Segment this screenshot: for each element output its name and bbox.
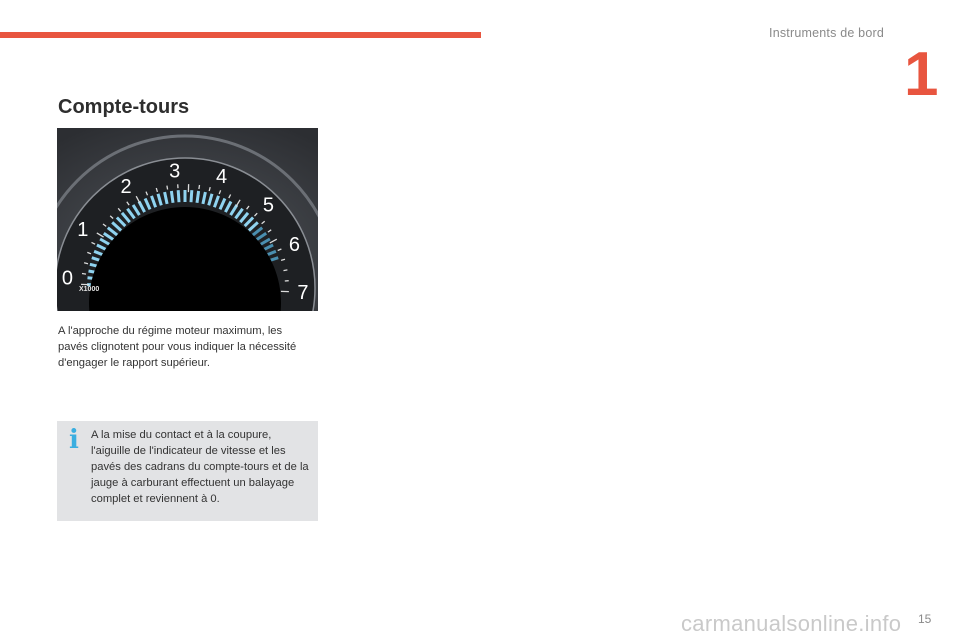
gauge-tick-label: 3	[169, 160, 180, 182]
gauge-tick-label: 2	[120, 176, 131, 198]
rev-arc-segment	[176, 190, 181, 203]
gauge-unit-label: X1000	[79, 286, 99, 293]
gauge-tick-label: 5	[263, 195, 274, 217]
rev-arc-segment	[169, 190, 175, 204]
gauge-tick-label: 1	[77, 219, 88, 241]
gauge-tick-mark	[198, 184, 201, 190]
body-paragraph: A l'approche du régime moteur maximum, l…	[58, 325, 297, 369]
info-icon: i	[69, 425, 79, 455]
gauge-tick-label: 0	[62, 268, 73, 290]
gauge-tick-mark	[166, 185, 169, 190]
info-box: i A la mise du contact et à la coupure, …	[57, 421, 318, 521]
info-text: A la mise du contact et à la coupure, l'…	[91, 429, 309, 505]
page-number: 15	[918, 612, 932, 626]
page-title: Compte-tours	[58, 96, 190, 118]
tachometer-image: 0 1 2 3 4 56 7 X1000	[57, 128, 318, 311]
gauge-tick-label: 6	[289, 234, 300, 256]
chapter-number: 1	[904, 40, 939, 109]
gauge-tick-mark	[283, 269, 288, 272]
rev-arc-segment	[195, 190, 201, 204]
section-label: Instruments de bord	[769, 26, 884, 40]
gauge-tick-label: 4	[216, 166, 227, 188]
rev-arc-segment	[189, 190, 194, 203]
top-accent-bar	[0, 32, 481, 38]
gauge-tick-mark	[81, 272, 87, 275]
gauge-tick-label: 7	[297, 282, 308, 304]
watermark: carmanualsonline.info	[681, 611, 902, 636]
